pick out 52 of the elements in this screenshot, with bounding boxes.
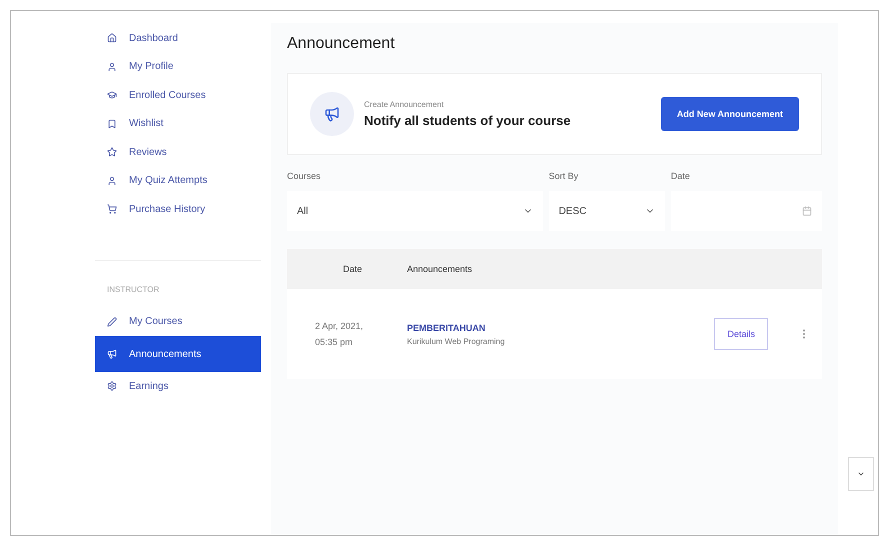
add-announcement-button[interactable]: Add New Announcement <box>660 97 799 131</box>
sidebar-item[interactable]: Purchase History <box>95 195 261 224</box>
sidebar-item-label: My Courses <box>129 316 182 328</box>
page-title: Announcement <box>287 35 396 53</box>
filter-label: Courses <box>287 171 322 181</box>
sidebar-item[interactable]: Enrolled Courses <box>95 81 261 110</box>
sidebar-item[interactable]: My Courses <box>95 308 261 336</box>
card-headline: Notify all students of your course <box>364 113 571 128</box>
sidebar-item[interactable]: Earnings <box>95 372 261 400</box>
sidebar-item-label: Enrolled Courses <box>129 90 206 101</box>
filter-label: Sort By <box>548 171 580 181</box>
settings-icon <box>107 381 117 392</box>
home-icon <box>107 33 117 44</box>
column-header: Announcements <box>407 264 474 274</box>
filter-label: Date <box>670 171 691 181</box>
date-text: 2 Apr, 2021, <box>315 320 364 333</box>
scroll-button[interactable] <box>848 457 874 491</box>
date-field[interactable] <box>670 191 822 231</box>
sidebar-item-label: My Quiz Attempts <box>129 175 208 186</box>
column-header: Date <box>342 264 364 274</box>
chevron-down-icon <box>857 470 865 478</box>
card-caption: Create Announcement <box>364 100 445 109</box>
user-icon <box>107 176 117 186</box>
sidebar-item[interactable]: My Quiz Attempts <box>95 166 261 195</box>
cart-icon <box>107 204 117 214</box>
select-field[interactable]: All <box>287 191 543 231</box>
sidebar-item[interactable]: Announcements <box>95 336 261 372</box>
graduation-cap-icon <box>107 90 117 100</box>
sidebar-item-label: Wishlist <box>129 118 164 130</box>
megaphone-icon <box>310 92 354 136</box>
sidebar-heading: INSTRUCTOR <box>95 260 261 308</box>
sidebar-item-label: Announcements <box>129 348 202 360</box>
sidebar-item-label: Purchase History <box>129 204 206 215</box>
details-button[interactable]: Details <box>714 318 768 350</box>
sidebar-item-label: My Profile <box>129 61 174 72</box>
course-name: Kurikulum Web Programing <box>407 336 505 346</box>
calendar-icon <box>802 206 812 216</box>
sidebar-item[interactable]: Dashboard <box>95 24 261 52</box>
sidebar-item-label: Dashboard <box>129 32 178 44</box>
bookmark-icon <box>107 118 117 129</box>
select-field[interactable]: DESC <box>548 191 665 231</box>
announcement-title: PEMBERITAHUAN <box>407 322 486 332</box>
pen-icon <box>107 316 117 327</box>
user-icon <box>107 62 117 72</box>
time-text: 05:35 pm <box>315 336 354 349</box>
sidebar-item[interactable]: Reviews <box>95 138 261 166</box>
sidebar-item-label: Reviews <box>129 146 167 158</box>
sidebar-item[interactable]: Wishlist <box>95 110 261 138</box>
sidebar-item[interactable]: My Profile <box>95 52 261 81</box>
sidebar-item-label: Earnings <box>129 380 168 392</box>
megaphone-icon <box>107 349 117 359</box>
star-icon <box>107 147 117 158</box>
